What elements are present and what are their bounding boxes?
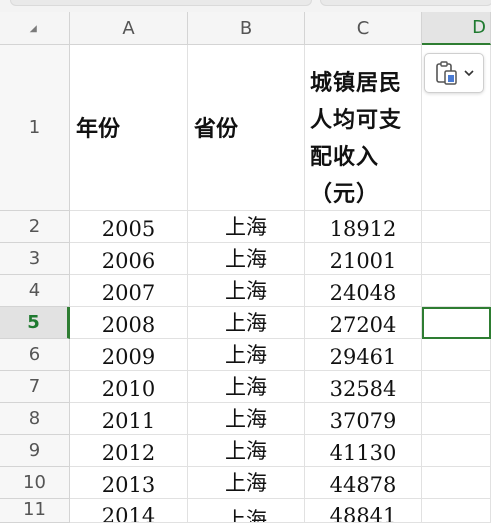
cell-b11[interactable]: 上海 <box>188 499 305 523</box>
cell-d9[interactable] <box>422 435 491 467</box>
cell-b7[interactable]: 上海 <box>188 371 305 403</box>
select-all-corner[interactable] <box>0 12 70 45</box>
cell-a2[interactable]: 2005 <box>70 211 188 243</box>
cell-b3[interactable]: 上海 <box>188 243 305 275</box>
cell-a1[interactable]: 年份 <box>70 45 188 211</box>
cell-a5[interactable]: 2008 <box>70 307 188 339</box>
row-header-6[interactable]: 6 <box>0 339 70 371</box>
cell-c5[interactable]: 27204 <box>305 307 422 339</box>
cell-b8[interactable]: 上海 <box>188 403 305 435</box>
cell-d3[interactable] <box>422 243 491 275</box>
cell-c10[interactable]: 44878 <box>305 467 422 499</box>
cell-b10[interactable]: 上海 <box>188 467 305 499</box>
cell-b5[interactable]: 上海 <box>188 307 305 339</box>
row-header-4[interactable]: 4 <box>0 275 70 307</box>
column-header-c[interactable]: C <box>305 12 422 45</box>
column-header-row: A B C D <box>0 12 491 45</box>
row-header-11[interactable]: 11 <box>0 499 70 523</box>
cell-a7[interactable]: 2010 <box>70 371 188 403</box>
select-all-triangle-icon <box>29 24 40 36</box>
cell-b9[interactable]: 上海 <box>188 435 305 467</box>
cell-d7[interactable] <box>422 371 491 403</box>
spreadsheet-grid: A B C D 1 2 3 4 5 6 7 8 9 10 11 年份 省份 城镇… <box>0 12 491 523</box>
cell-c3[interactable]: 21001 <box>305 243 422 275</box>
cell-a8[interactable]: 2011 <box>70 403 188 435</box>
row-header-5[interactable]: 5 <box>0 307 70 339</box>
cell-c2[interactable]: 18912 <box>305 211 422 243</box>
cell-c7[interactable]: 32584 <box>305 371 422 403</box>
cell-d8[interactable] <box>422 403 491 435</box>
row-header-2[interactable]: 2 <box>0 211 70 243</box>
paste-options-button[interactable] <box>424 53 484 93</box>
cell-a11[interactable]: 2014 <box>70 499 188 523</box>
cell-a6[interactable]: 2009 <box>70 339 188 371</box>
cell-d5-selected[interactable] <box>422 307 491 339</box>
cell-d11[interactable] <box>422 499 491 523</box>
cell-d4[interactable] <box>422 275 491 307</box>
cell-a4[interactable]: 2007 <box>70 275 188 307</box>
cell-d2[interactable] <box>422 211 491 243</box>
cell-b6[interactable]: 上海 <box>188 339 305 371</box>
cell-a10[interactable]: 2013 <box>70 467 188 499</box>
cell-d6[interactable] <box>422 339 491 371</box>
toolbar-edge-right <box>320 0 491 6</box>
clipboard-paste-icon <box>436 61 457 85</box>
cell-c9[interactable]: 41130 <box>305 435 422 467</box>
toolbar-edge <box>10 0 312 6</box>
cell-c1[interactable]: 城镇居民人均可支配收入（元） <box>305 45 422 211</box>
chevron-down-icon <box>464 70 474 77</box>
cell-b2[interactable]: 上海 <box>188 211 305 243</box>
cell-a9[interactable]: 2012 <box>70 435 188 467</box>
cell-c6[interactable]: 29461 <box>305 339 422 371</box>
row-header-8[interactable]: 8 <box>0 403 70 435</box>
row-header-7[interactable]: 7 <box>0 371 70 403</box>
row-header-1[interactable]: 1 <box>0 45 70 211</box>
cell-b4[interactable]: 上海 <box>188 275 305 307</box>
top-strip <box>0 0 491 12</box>
column-header-b[interactable]: B <box>188 12 305 45</box>
cell-c8[interactable]: 37079 <box>305 403 422 435</box>
row-header-3[interactable]: 3 <box>0 243 70 275</box>
cell-d10[interactable] <box>422 467 491 499</box>
row-header-9[interactable]: 9 <box>0 435 70 467</box>
cell-b1[interactable]: 省份 <box>188 45 305 211</box>
row-header-10[interactable]: 10 <box>0 467 70 499</box>
cell-a3[interactable]: 2006 <box>70 243 188 275</box>
column-header-a[interactable]: A <box>70 12 188 45</box>
column-header-d[interactable]: D <box>422 12 491 45</box>
cell-c4[interactable]: 24048 <box>305 275 422 307</box>
cell-c11[interactable]: 48841 <box>305 499 422 523</box>
